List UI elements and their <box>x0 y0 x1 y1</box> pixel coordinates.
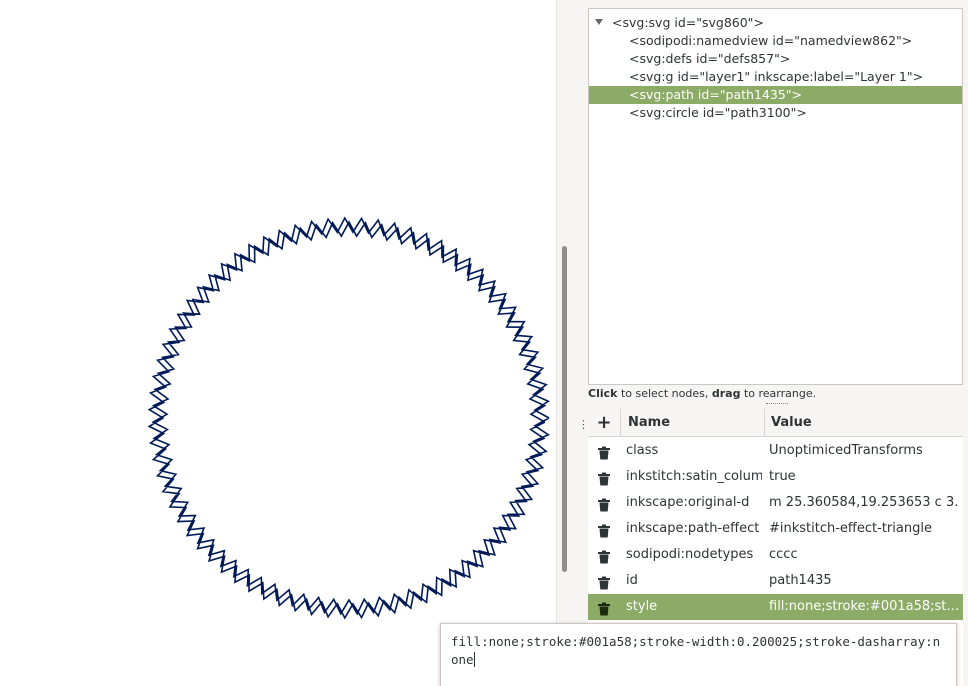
trash-icon[interactable] <box>597 574 611 590</box>
panel-handle-icon[interactable]: ⋮ <box>578 419 589 435</box>
attribute-row-nodetypes[interactable]: sodipodi:nodetypes cccc <box>588 542 963 568</box>
attribute-value[interactable]: #inkstitch-effect-triangle <box>769 516 961 542</box>
attribute-name[interactable]: class <box>626 438 762 464</box>
attribute-row-id[interactable]: id path1435 <box>588 568 963 594</box>
attribute-name[interactable]: inkscape:path-effect <box>626 516 762 542</box>
attribute-value[interactable]: path1435 <box>769 568 961 594</box>
trash-icon[interactable] <box>597 496 611 512</box>
value-editor-text[interactable]: fill:none;stroke:#001a58;stroke-width:0.… <box>451 634 940 667</box>
xml-node-defs[interactable]: <svg:defs id="defs857"> <box>589 50 962 68</box>
drawing-svg <box>147 216 550 620</box>
trash-icon[interactable] <box>597 470 611 486</box>
pane-divider-grip[interactable] <box>766 403 788 406</box>
xml-node-layer1[interactable]: <svg:g id="layer1" inkscape:label="Layer… <box>589 68 962 86</box>
xml-node-tree[interactable]: <svg:svg id="svg860"> <sodipodi:namedvie… <box>588 8 963 385</box>
attribute-row-class[interactable]: class UnoptimicedTransforms <box>588 438 963 464</box>
attribute-row-path-effect[interactable]: inkscape:path-effect #inkstitch-effect-t… <box>588 516 963 542</box>
attributes-header: + Name Value <box>588 409 963 437</box>
attribute-value[interactable]: m 25.360584,19.253653 c 3. <box>769 490 961 516</box>
name-column-header[interactable]: Name <box>621 409 765 437</box>
attribute-value[interactable]: cccc <box>769 542 961 568</box>
hint-part1: to select nodes, <box>617 387 712 400</box>
drawing-canvas[interactable] <box>0 0 556 686</box>
trash-icon[interactable] <box>597 444 611 460</box>
attribute-row-style[interactable]: style fill:none;stroke:#001a58;stroke-wi… <box>588 594 963 620</box>
hint-drag-word: drag <box>711 387 741 400</box>
attribute-value[interactable]: true <box>769 464 961 490</box>
zigzag-circle-path[interactable] <box>147 216 550 620</box>
attribute-name[interactable]: inkscape:original-d <box>626 490 762 516</box>
attribute-name[interactable]: style <box>626 594 762 620</box>
attribute-name[interactable]: sodipodi:nodetypes <box>626 542 762 568</box>
xml-node-svg-root[interactable]: <svg:svg id="svg860"> <box>589 14 962 32</box>
trash-icon[interactable] <box>597 522 611 538</box>
vertical-scrollbar[interactable] <box>562 246 567 572</box>
attribute-value-editor[interactable]: fill:none;stroke:#001a58;stroke-width:0.… <box>440 623 957 686</box>
attribute-name[interactable]: inkstitch:satin_column <box>626 464 762 490</box>
attribute-value[interactable]: UnoptimicedTransforms <box>769 438 961 464</box>
xml-node-path1435[interactable]: <svg:path id="path1435"> <box>589 86 962 104</box>
xml-node-namedview[interactable]: <sodipodi:namedview id="namedview862"> <box>589 32 962 50</box>
xml-node-circle[interactable]: <svg:circle id="path3100"> <box>589 104 962 122</box>
attribute-row-satin-column[interactable]: inkstitch:satin_column true <box>588 464 963 490</box>
hint-part2: to rearrange. <box>740 387 817 400</box>
expander-arrow-icon[interactable] <box>595 19 603 25</box>
attribute-value[interactable]: fill:none;stroke:#001a58;stroke-width:0.… <box>769 594 961 620</box>
trash-icon[interactable] <box>597 600 611 616</box>
attribute-row-original-d[interactable]: inkscape:original-d m 25.360584,19.25365… <box>588 490 963 516</box>
attribute-name[interactable]: id <box>626 568 762 594</box>
tree-hint-text: Click to select nodes, drag to rearrange… <box>588 387 816 400</box>
text-caret <box>473 652 475 667</box>
add-attribute-button[interactable]: + <box>588 409 621 437</box>
trash-icon[interactable] <box>597 548 611 564</box>
hint-click-word: Click <box>588 387 618 400</box>
value-column-header[interactable]: Value <box>765 409 963 437</box>
